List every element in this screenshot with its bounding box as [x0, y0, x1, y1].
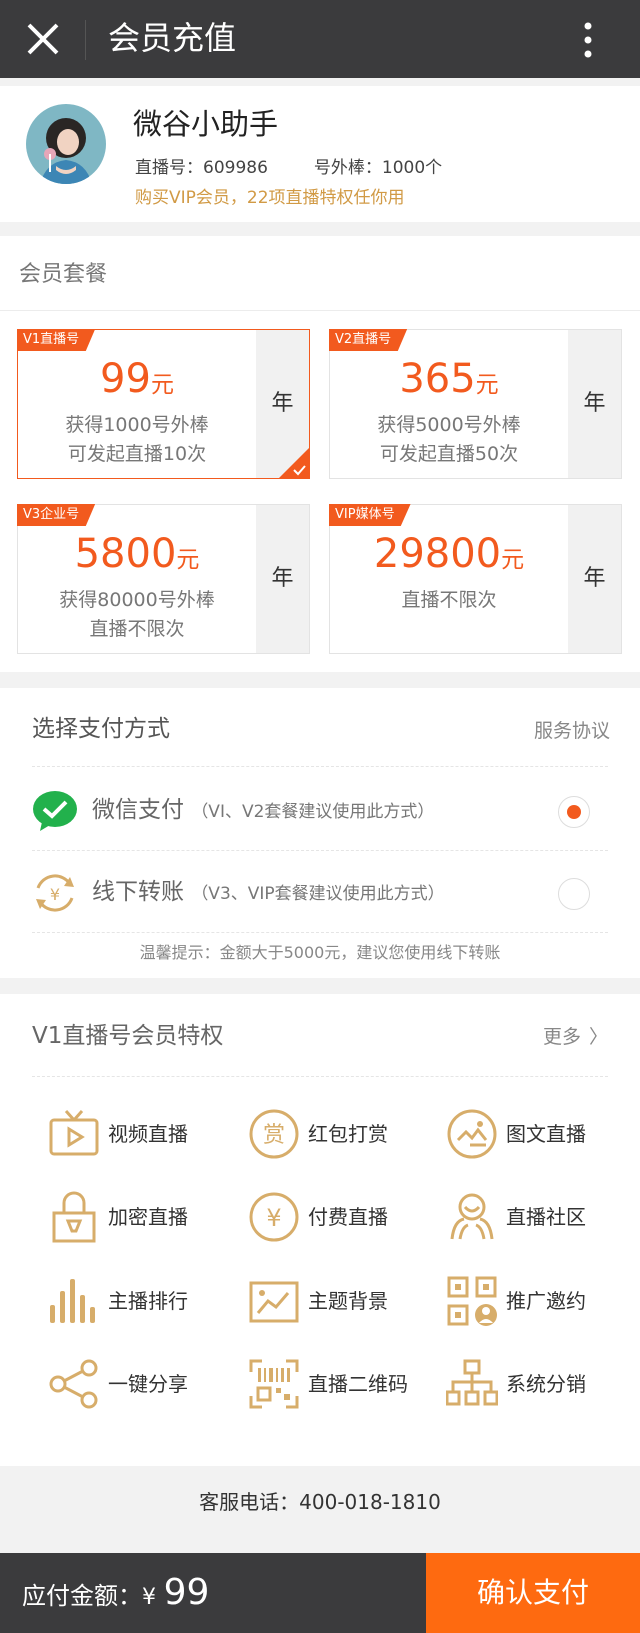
service-agreement-link[interactable]: 服务协议 — [534, 718, 610, 744]
divider — [32, 1076, 608, 1077]
privilege-item[interactable]: 直播二维码 — [248, 1354, 448, 1414]
payment-section: 选择支付方式 服务协议 微信支付 （VI、V2套餐建议使用此方式） ¥ 线下转账… — [0, 688, 640, 978]
yen-icon: ¥ — [249, 1192, 299, 1242]
close-icon[interactable] — [24, 20, 62, 58]
profile-card: 微谷小助手 直播号：609986 号外棒：1000个 购买VIP会员，22项直播特… — [0, 86, 640, 222]
package-price: 365元 — [399, 356, 499, 402]
package-desc: 获得5000号外棒 — [377, 414, 521, 436]
ranking-icon — [50, 1279, 95, 1323]
payment-name: 线下转账 — [92, 879, 184, 905]
privilege-label: 推广邀约 — [506, 1289, 586, 1313]
privilege-label: 图文直播 — [506, 1122, 586, 1146]
package-card-v1[interactable]: V1直播号 99元 获得1000号外棒 可发起直播10次 年 — [17, 329, 310, 479]
privilege-item[interactable]: 主播排行 — [48, 1271, 248, 1331]
privilege-item[interactable]: 赏 红包打赏 — [248, 1104, 448, 1164]
top-bar: 会员充值 — [0, 0, 640, 78]
privilege-item[interactable]: ¥ 付费直播 — [248, 1187, 448, 1247]
package-card-v2[interactable]: V2直播号 365元 获得5000号外棒 可发起直播50次 年 — [329, 329, 622, 479]
package-desc: 直播不限次 — [401, 589, 497, 611]
qrcode-icon — [249, 1359, 299, 1409]
divider — [32, 850, 608, 851]
share-icon — [49, 1359, 98, 1409]
profile-name: 微谷小助手 — [133, 107, 279, 141]
divider — [32, 932, 608, 933]
svg-text:¥: ¥ — [50, 885, 60, 904]
privilege-label: 系统分销 — [506, 1372, 586, 1396]
section-title: 选择支付方式 — [32, 716, 170, 742]
section-title: 会员套餐 — [19, 262, 108, 287]
package-period: 年 — [256, 505, 309, 653]
privilege-item[interactable]: 视频直播 — [48, 1104, 248, 1164]
privilege-item[interactable]: 主题背景 — [248, 1271, 448, 1331]
community-icon — [450, 1193, 494, 1240]
page-title: 会员充值 — [108, 19, 237, 57]
privilege-item[interactable]: 系统分销 — [446, 1354, 640, 1414]
profile-info: 直播号：609986 号外棒：1000个 — [135, 156, 442, 180]
more-link[interactable]: 更多〉 — [535, 1024, 608, 1050]
privilege-label: 视频直播 — [108, 1122, 188, 1146]
privilege-label: 付费直播 — [308, 1205, 388, 1229]
package-card-vip[interactable]: VIP媒体号 29800元 直播不限次 年 — [329, 504, 622, 654]
package-price: 29800元 — [373, 531, 525, 577]
lock-icon — [52, 1191, 96, 1243]
package-price: 5800元 — [74, 531, 200, 577]
privilege-label: 加密直播 — [108, 1205, 188, 1229]
transfer-icon: ¥ — [36, 874, 74, 912]
svg-text:赏: 赏 — [263, 1123, 285, 1148]
package-card-v3[interactable]: V3企业号 5800元 获得80000号外棒 直播不限次 年 — [17, 504, 310, 654]
privilege-item[interactable]: 推广邀约 — [446, 1271, 640, 1331]
distribution-icon — [446, 1359, 498, 1406]
payment-note: （V3、VIP套餐建议使用此方式） — [191, 884, 445, 904]
privilege-item[interactable]: 图文直播 — [446, 1104, 640, 1164]
image-text-icon — [447, 1109, 497, 1159]
confirm-pay-button[interactable]: 确认支付 — [426, 1553, 640, 1633]
privilege-item[interactable]: 直播社区 — [446, 1187, 640, 1247]
privileges-section: V1直播号会员特权 更多〉 视频直播 赏 红包打赏 图文直播 加密直播 ¥ 付费… — [0, 994, 640, 1466]
privilege-label: 直播社区 — [506, 1205, 586, 1229]
privilege-item[interactable]: 一键分享 — [48, 1354, 248, 1414]
package-desc: 可发起直播50次 — [379, 443, 519, 465]
svg-text:¥: ¥ — [266, 1204, 281, 1232]
package-desc: 可发起直播10次 — [67, 443, 207, 465]
privilege-label: 主播排行 — [108, 1289, 188, 1313]
chevron-right-icon: 〉 — [588, 1026, 608, 1048]
more-menu-icon[interactable] — [578, 20, 598, 60]
payment-note: （VI、V2套餐建议使用此方式） — [191, 802, 435, 822]
payment-name: 微信支付 — [92, 797, 184, 823]
payment-option-transfer[interactable]: ¥ 线下转账 （V3、VIP套餐建议使用此方式） — [32, 852, 608, 932]
payable-amount: 应付金额：¥ 99 — [22, 1572, 210, 1613]
package-section: 会员套餐 V1直播号 99元 获得1000号外棒 可发起直播10次 年 V2直播… — [0, 236, 640, 672]
package-period: 年 — [568, 505, 621, 653]
privilege-label: 主题背景 — [308, 1289, 388, 1313]
qrcode-user-icon — [447, 1276, 497, 1326]
payment-radio-selected[interactable] — [558, 796, 590, 828]
privilege-label: 红包打赏 — [308, 1122, 388, 1146]
privilege-label: 直播二维码 — [308, 1372, 408, 1396]
stick-count: 号外棒：1000个 — [313, 158, 443, 178]
theme-icon — [249, 1281, 299, 1323]
divider — [0, 310, 640, 311]
package-price: 99元 — [100, 356, 174, 402]
package-desc: 获得1000号外棒 — [65, 414, 209, 436]
package-period: 年 — [568, 330, 621, 478]
bottom-bar: 应付金额：¥ 99 确认支付 — [0, 1553, 640, 1633]
wechat-pay-icon — [33, 791, 77, 831]
payment-tip: 温馨提示：金额大于5000元，建议您使用线下转账 — [139, 943, 501, 962]
privilege-item[interactable]: 加密直播 — [48, 1187, 248, 1247]
divider — [32, 766, 608, 767]
avatar — [26, 104, 106, 184]
divider — [85, 20, 86, 60]
payment-option-wechat[interactable]: 微信支付 （VI、V2套餐建议使用此方式） — [32, 770, 608, 850]
section-title: V1直播号会员特权 — [32, 1023, 224, 1049]
package-desc: 获得80000号外棒 — [59, 589, 215, 611]
reward-icon: 赏 — [249, 1109, 299, 1159]
payment-radio[interactable] — [558, 878, 590, 910]
selected-check-icon — [279, 448, 309, 478]
package-desc: 直播不限次 — [89, 618, 185, 640]
service-phone[interactable]: 客服电话：400-018-1810 — [0, 1488, 640, 1516]
tv-icon — [49, 1110, 99, 1156]
live-id: 直播号：609986 — [135, 158, 268, 178]
privilege-label: 一键分享 — [108, 1372, 188, 1396]
vip-promo: 购买VIP会员，22项直播特权任你用 — [135, 188, 405, 208]
